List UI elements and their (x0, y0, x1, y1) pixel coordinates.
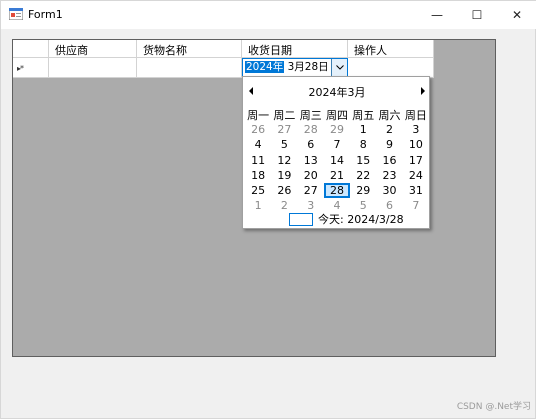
calendar-day-cell[interactable]: 27 (271, 122, 297, 137)
calendar-day-cell[interactable]: 1 (245, 198, 271, 213)
calendar-day-cell[interactable]: 11 (245, 153, 271, 168)
calendar-day-cell[interactable]: 17 (403, 153, 429, 168)
weekday-header-row: 周一 周二 周三 周四 周五 周六 周日 (245, 107, 429, 123)
calendar-week-row: 18 19 20 21 22 23 24 (245, 168, 429, 183)
calendar-day-cell[interactable]: 1 (350, 122, 376, 137)
calendar-day-cell[interactable]: 7 (403, 198, 429, 213)
app-icon (9, 8, 23, 20)
column-header-goods-name[interactable]: 货物名称 (137, 40, 242, 58)
column-header-supplier[interactable]: 供应商 (49, 40, 137, 58)
calendar-day-cell[interactable]: 15 (350, 153, 376, 168)
calendar-day-cell[interactable]: 3 (403, 122, 429, 137)
calendar-day-cell[interactable]: 7 (324, 137, 350, 152)
form-window: Form1 — ☐ ✕ 供应商 货物名称 收货日期 操作人 ▸* 2024年 3… (0, 0, 536, 419)
grid-header-row: 供应商 货物名称 收货日期 操作人 (13, 40, 434, 58)
cell-goods-name[interactable] (137, 58, 242, 78)
weekday-label: 周四 (325, 109, 348, 122)
weekday-label: 周日 (404, 109, 427, 122)
chevron-down-icon (335, 65, 344, 70)
calendar-header: 2024年3月 (243, 83, 431, 99)
calendar-day-cell[interactable]: 29 (350, 183, 376, 198)
calendar-week-row: 11 12 13 14 15 16 17 (245, 153, 429, 168)
grid-corner-header[interactable] (13, 40, 49, 58)
calendar-day-cell[interactable]: 10 (403, 137, 429, 152)
calendar-week-row: 25 26 27 28 29 30 31 (245, 183, 429, 199)
calendar-day-cell[interactable]: 6 (298, 137, 324, 152)
calendar-day-cell[interactable]: 2 (376, 122, 402, 137)
calendar-day-cell[interactable]: 4 (245, 137, 271, 152)
calendar-day-cell[interactable]: 8 (350, 137, 376, 152)
close-button[interactable]: ✕ (497, 1, 536, 29)
calendar-day-cell[interactable]: 22 (350, 168, 376, 183)
weekday-label: 周三 (299, 109, 322, 122)
weekday-label: 周二 (273, 109, 296, 122)
calendar-day-cell[interactable]: 26 (271, 183, 297, 198)
title-bar[interactable]: Form1 — ☐ ✕ (1, 1, 536, 29)
calendar-day-cell[interactable]: 9 (376, 137, 402, 152)
month-calendar-dropdown[interactable]: 2024年3月 周一 周二 周三 周四 周五 周六 周日 26 27 28 29 1 2 3… (242, 76, 430, 229)
date-month-day-segment[interactable]: 3月28日 (288, 61, 329, 73)
column-header-operator[interactable]: 操作人 (348, 40, 434, 58)
calendar-day-cell[interactable]: 16 (376, 153, 402, 168)
calendar-day-cell[interactable]: 28 (298, 122, 324, 137)
calendar-day-cell[interactable]: 28 (323, 183, 351, 199)
next-month-icon[interactable] (421, 87, 425, 95)
calendar-day-grid: 26 27 28 29 1 2 3 4 5 6 7 8 9 10 11 12 13 14 15 16 17 18 19 20 2… (245, 122, 429, 214)
date-dropdown-button[interactable] (331, 59, 347, 76)
maximize-icon: ☐ (471, 8, 483, 22)
weekday-label: 周五 (352, 109, 375, 122)
today-label[interactable]: 今天: 2024/3/28 (318, 211, 404, 227)
calendar-day-cell[interactable]: 5 (271, 137, 297, 152)
cell-supplier[interactable] (49, 58, 137, 78)
calendar-day-cell[interactable]: 20 (298, 168, 324, 183)
calendar-day-cell[interactable]: 13 (298, 153, 324, 168)
calendar-day-cell[interactable]: 26 (245, 122, 271, 137)
calendar-day-cell[interactable]: 12 (271, 153, 297, 168)
calendar-day-cell[interactable]: 19 (271, 168, 297, 183)
calendar-day-cell[interactable]: 21 (324, 168, 350, 183)
minimize-icon: — (431, 8, 443, 22)
date-year-segment[interactable]: 2024年 (245, 61, 285, 73)
weekday-label: 周六 (378, 109, 401, 122)
row-header-new-row[interactable]: ▸* (13, 58, 49, 78)
calendar-day-cell[interactable]: 30 (376, 183, 402, 198)
calendar-day-cell[interactable]: 25 (245, 183, 271, 198)
date-picker-editor[interactable]: 2024年 3月28日 (242, 58, 348, 77)
today-marker-icon (289, 212, 313, 226)
calendar-day-cell[interactable]: 14 (324, 153, 350, 168)
calendar-day-cell[interactable]: 24 (403, 168, 429, 183)
cell-operator[interactable] (348, 58, 434, 78)
window-title: Form1 (28, 8, 63, 21)
close-icon: ✕ (511, 8, 523, 22)
calendar-today-footer[interactable]: 今天: 2024/3/28 (289, 212, 404, 226)
calendar-day-cell[interactable]: 18 (245, 168, 271, 183)
calendar-week-row: 26 27 28 29 1 2 3 (245, 122, 429, 137)
watermark: CSDN @.Net学习 (456, 402, 531, 412)
calendar-day-cell[interactable]: 27 (298, 183, 324, 198)
calendar-day-cell[interactable]: 31 (403, 183, 429, 198)
table-row: ▸* (13, 58, 434, 78)
minimize-button[interactable]: — (417, 1, 457, 29)
column-header-receive-date[interactable]: 收货日期 (242, 40, 348, 58)
date-picker-value[interactable]: 2024年 3月28日 (244, 60, 330, 75)
maximize-button[interactable]: ☐ (457, 1, 497, 29)
weekday-label: 周一 (247, 109, 270, 122)
calendar-week-row: 4 5 6 7 8 9 10 (245, 137, 429, 152)
calendar-day-cell[interactable]: 23 (376, 168, 402, 183)
calendar-month-title[interactable]: 2024年3月 (243, 84, 431, 100)
calendar-day-cell[interactable]: 29 (324, 122, 350, 137)
